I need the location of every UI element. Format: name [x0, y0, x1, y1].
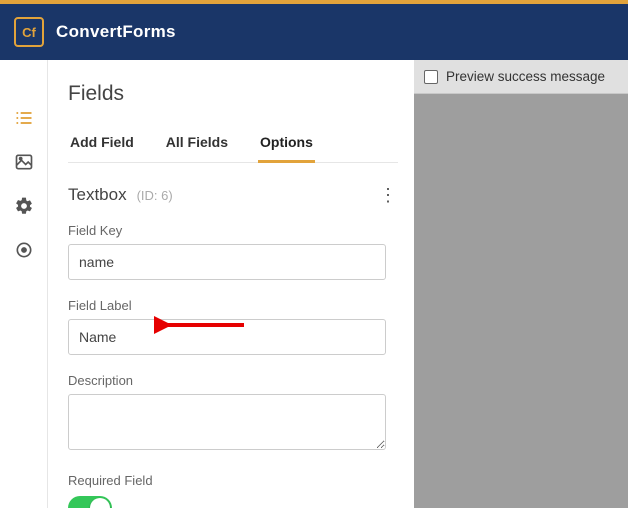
nav-image-icon[interactable] [14, 152, 34, 172]
brand-logo: Cf [14, 17, 44, 47]
field-tabs: Add Field All Fields Options [68, 128, 398, 163]
field-id-text: (ID: 6) [137, 188, 173, 203]
field-type-label: Textbox [68, 185, 127, 205]
field-key-input[interactable] [68, 244, 386, 280]
fields-panel: Fields Add Field All Fields Options Text… [48, 60, 414, 508]
brand-name: ConvertForms [56, 22, 176, 42]
preview-toolbar: Preview success message [414, 60, 628, 94]
preview-pane: Preview success message [414, 60, 628, 508]
nav-target-icon[interactable] [14, 240, 34, 260]
tab-add-field[interactable]: Add Field [68, 128, 136, 162]
preview-success-checkbox[interactable] [424, 70, 438, 84]
field-label-input[interactable] [68, 319, 386, 355]
top-bar: Cf ConvertForms [0, 0, 628, 60]
required-group: Required Field [68, 473, 398, 508]
field-label-label: Field Label [68, 298, 398, 313]
tab-all-fields[interactable]: All Fields [164, 128, 230, 162]
brand-logo-text: Cf [22, 25, 36, 40]
field-key-group: Field Key [68, 223, 398, 280]
section-header: Textbox (ID: 6) ⋮ [68, 185, 398, 205]
description-group: Description [68, 373, 398, 455]
vertical-nav [0, 60, 48, 508]
nav-settings-icon[interactable] [14, 196, 34, 216]
tab-options[interactable]: Options [258, 128, 315, 163]
field-label-group: Field Label [68, 298, 398, 355]
content-area: Fields Add Field All Fields Options Text… [0, 60, 628, 508]
required-toggle[interactable] [68, 496, 112, 508]
description-input[interactable] [68, 394, 386, 450]
field-key-label: Field Key [68, 223, 398, 238]
toggle-knob [90, 498, 110, 508]
required-label: Required Field [68, 473, 398, 488]
panel-title: Fields [68, 82, 398, 106]
field-menu-button[interactable]: ⋮ [378, 186, 398, 204]
nav-fields-icon[interactable] [14, 108, 34, 128]
preview-success-label: Preview success message [446, 69, 605, 84]
description-label: Description [68, 373, 398, 388]
